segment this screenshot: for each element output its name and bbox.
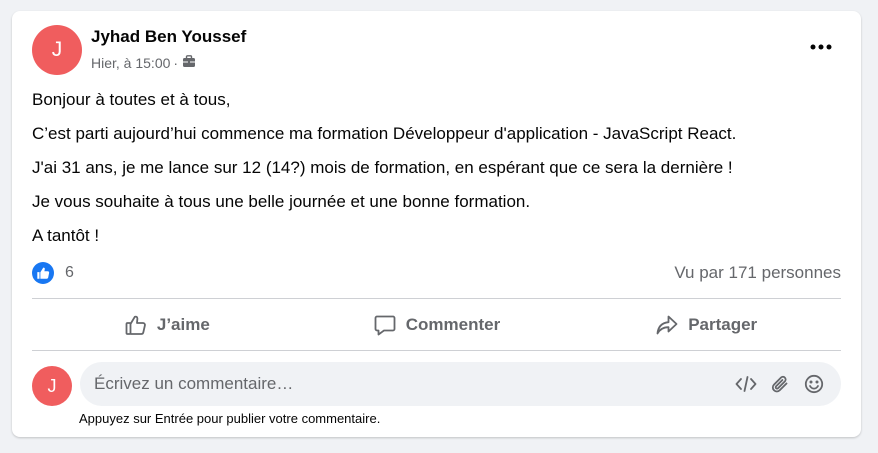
current-user-initial: J: [47, 375, 57, 396]
divider: [32, 298, 841, 299]
attachment-icon[interactable]: [763, 369, 797, 399]
post-actions: J’aime Commenter Partager: [32, 306, 841, 344]
comment-tools: [729, 369, 841, 399]
comment-label: Commenter: [405, 315, 501, 334]
briefcase-icon: [182, 55, 196, 71]
reactions-summary[interactable]: 6: [32, 262, 74, 284]
share-label: Partager: [688, 315, 758, 334]
like-button[interactable]: J’aime: [32, 306, 302, 344]
post-body-line: C’est parti aujourd’hui commence ma form…: [32, 124, 737, 143]
views-count[interactable]: Vu par 171 personnes: [674, 263, 841, 283]
current-user-avatar[interactable]: J: [32, 366, 72, 406]
post-body-line: J'ai 31 ans, je me lance sur 12 (14?) mo…: [32, 158, 733, 177]
more-options-button[interactable]: [803, 33, 839, 61]
like-label: J’aime: [156, 315, 210, 334]
code-icon[interactable]: [729, 369, 763, 399]
share-button[interactable]: Partager: [571, 306, 841, 344]
post-body-line: Je vous souhaite à tous une belle journé…: [32, 192, 531, 211]
post-stats: 6 Vu par 171 personnes: [32, 262, 841, 284]
comment-button[interactable]: Commenter: [302, 306, 572, 344]
post-body-line: Bonjour à toutes et à tous,: [32, 90, 231, 109]
emoji-icon[interactable]: [797, 369, 831, 399]
like-icon: [32, 262, 54, 284]
author-name[interactable]: Jyhad Ben Youssef: [91, 27, 246, 47]
comment-hint: Appuyez sur Entrée pour publier votre co…: [79, 411, 381, 426]
divider: [32, 350, 841, 351]
post-card: J Jyhad Ben Youssef Hier, à 15:00 · Bonj…: [12, 11, 861, 437]
comment-composer: [80, 362, 841, 406]
author-initial: J: [51, 38, 63, 61]
meta-separator: ·: [173, 55, 179, 71]
comment-icon: [374, 315, 396, 336]
reaction-count: 6: [65, 264, 74, 281]
post-meta: Hier, à 15:00 ·: [91, 55, 196, 71]
post-body: Bonjour à toutes et à tous, C’est parti …: [32, 89, 843, 259]
share-icon: [656, 315, 678, 335]
post-timestamp[interactable]: Hier, à 15:00: [91, 55, 170, 71]
author-avatar[interactable]: J: [32, 25, 82, 75]
more-options-icon: [810, 44, 832, 50]
thumbs-up-icon: [125, 315, 146, 335]
comment-input[interactable]: [80, 373, 729, 395]
post-body-line: A tantôt !: [32, 226, 100, 245]
